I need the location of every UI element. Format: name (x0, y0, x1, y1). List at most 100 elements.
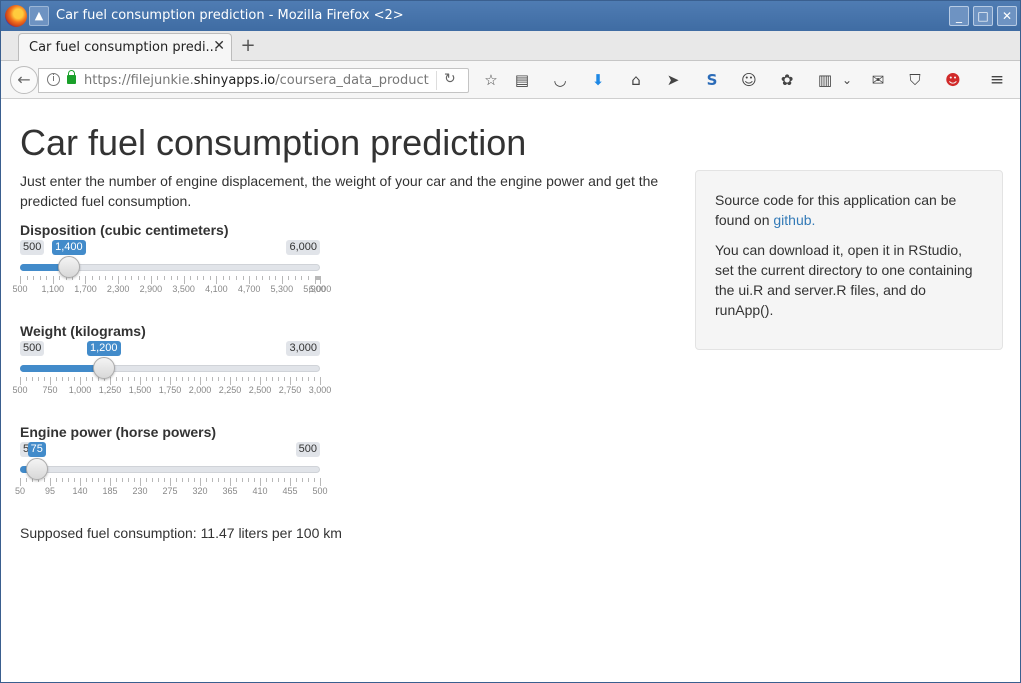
slider-minor-tick (212, 377, 213, 381)
url-bar[interactable]: i https://filejunkie.shinyapps.io/course… (38, 68, 469, 93)
slider-max-label: 3,000 (286, 341, 320, 356)
slider-tick (20, 478, 21, 486)
page-title: Car fuel consumption prediction (20, 122, 527, 163)
window-menu-chevron-up-icon[interactable]: ▲ (29, 6, 49, 26)
puzzle-icon[interactable]: ✿ (777, 70, 797, 90)
slider-fill (20, 365, 104, 372)
tab-active[interactable]: Car fuel consumption predi... ✕ (18, 33, 232, 61)
slider-handle[interactable] (58, 256, 81, 278)
displacement-slider: Disposition (cubic centimeters) 500 6,000… (12, 222, 331, 294)
home-icon[interactable]: ⌂ (626, 70, 646, 90)
slider-minor-tick (122, 478, 123, 482)
slider-minor-tick (122, 377, 123, 381)
reader-view-icon[interactable]: ▤ (512, 70, 532, 90)
download-icon[interactable]: ⬇ (588, 70, 608, 90)
slider-minor-tick (236, 276, 237, 280)
slider-tick-label: 365 (222, 486, 238, 496)
maximize-button[interactable]: □ (973, 6, 993, 26)
slider-minor-tick (218, 478, 219, 482)
slider-tick-label: 5,300 (270, 284, 294, 294)
new-tab-button[interactable]: + (239, 35, 257, 56)
slider-minor-tick (158, 478, 159, 482)
slider-tick-label: 2,750 (278, 385, 302, 395)
slider-minor-tick (190, 276, 192, 280)
slider-minor-tick (164, 377, 165, 381)
site-info-icon[interactable]: i (47, 73, 60, 86)
slider-tick-label: 750 (42, 385, 58, 395)
mail-icon[interactable]: ✉ (868, 70, 888, 90)
slider-minor-tick (74, 377, 75, 381)
slider-tick-label: 1,700 (74, 284, 97, 294)
slider-tick (170, 377, 171, 385)
close-window-button[interactable]: ✕ (997, 6, 1017, 26)
slider-tick-label: 95 (44, 486, 56, 496)
slider-track[interactable] (20, 466, 320, 473)
slider-max-label: 6,000 (286, 240, 320, 255)
slider-handle[interactable] (93, 357, 115, 379)
send-icon[interactable]: ➤ (663, 70, 683, 90)
hamburger-menu-icon[interactable]: ≡ (987, 70, 1007, 90)
slider-tick-label: 3,000 (308, 385, 332, 395)
slider-minor-tick (296, 377, 297, 381)
slider-handle[interactable] (25, 458, 48, 480)
clipboard-icon[interactable]: ▥ (815, 70, 835, 90)
slider-minor-tick (229, 276, 231, 280)
slider-minor-tick (98, 276, 100, 280)
slider-minor-tick (158, 377, 159, 381)
slider-tick-label: 6,000 (308, 284, 332, 294)
slider-tick (320, 377, 321, 385)
firefox-logo-icon[interactable] (5, 5, 27, 27)
back-button[interactable]: ← (10, 66, 38, 94)
slider-minor-tick (242, 377, 243, 381)
slider-minor-tick (224, 377, 225, 381)
slider-minor-tick (255, 276, 257, 280)
devil-icon[interactable]: ☻ (943, 70, 963, 90)
pocket-icon[interactable]: ◡ (550, 70, 570, 90)
slider-minor-tick (266, 478, 267, 482)
reload-icon[interactable]: ↻ (444, 71, 456, 87)
smiley-icon[interactable]: ☺ (739, 70, 759, 90)
slider-minor-tick (314, 377, 315, 381)
chevron-down-icon[interactable]: ⌄ (837, 70, 857, 90)
slider-minor-tick (131, 276, 133, 280)
slider-minor-tick (46, 276, 48, 280)
slider-tick-label: 500 (312, 486, 328, 496)
slider-tick-label: 455 (282, 486, 298, 496)
slider-minor-tick (222, 276, 224, 280)
slider-minor-tick (194, 377, 195, 381)
s-extension-icon[interactable]: S (702, 70, 722, 90)
slider-minor-tick (164, 276, 165, 280)
minimize-button[interactable]: _ (949, 6, 969, 26)
slider-minor-tick (188, 377, 189, 381)
slider-tick-label: 2,900 (139, 284, 163, 294)
slider-minor-tick (152, 377, 153, 381)
url-text[interactable]: https://filejunkie.shinyapps.io/coursera… (84, 73, 429, 88)
source-code-text: Source code for this application can be … (715, 192, 957, 228)
slider-minor-tick (278, 478, 279, 482)
ublock-icon[interactable]: ⛉ (905, 70, 925, 90)
slider-minor-tick (275, 276, 277, 280)
window-title: Car fuel consumption prediction - Mozill… (56, 8, 404, 23)
bookmark-star-icon[interactable]: ☆ (481, 70, 501, 90)
slider-tick (260, 377, 261, 385)
slider-minor-tick (302, 377, 303, 381)
slider-minor-tick (288, 276, 290, 280)
slider-min-label: 500 (20, 240, 45, 255)
weight-slider: Weight (kilograms) 500 3,000 1,200 500 750 1,… (12, 323, 331, 395)
tab-close-icon[interactable]: ✕ (213, 38, 225, 54)
info-panel: Source code for this application can be … (695, 170, 1003, 350)
slider-tick-label: 410 (252, 486, 268, 496)
slider-label: Engine power (horse powers) (20, 424, 217, 440)
slider-minor-tick (196, 276, 198, 280)
slider-minor-tick (284, 478, 285, 482)
slider-tick (140, 377, 141, 385)
instructions-paragraph: You can download it, open it in RStudio,… (715, 242, 973, 318)
slider-tick-label: 4,700 (237, 284, 261, 294)
github-link[interactable]: github. (773, 212, 815, 228)
slider-tick (85, 276, 87, 284)
slider-minor-tick (176, 478, 177, 482)
slider-minor-tick (26, 377, 27, 381)
slider-minor-tick (137, 276, 139, 280)
lock-icon[interactable] (67, 70, 76, 84)
slider-tick (52, 276, 54, 284)
